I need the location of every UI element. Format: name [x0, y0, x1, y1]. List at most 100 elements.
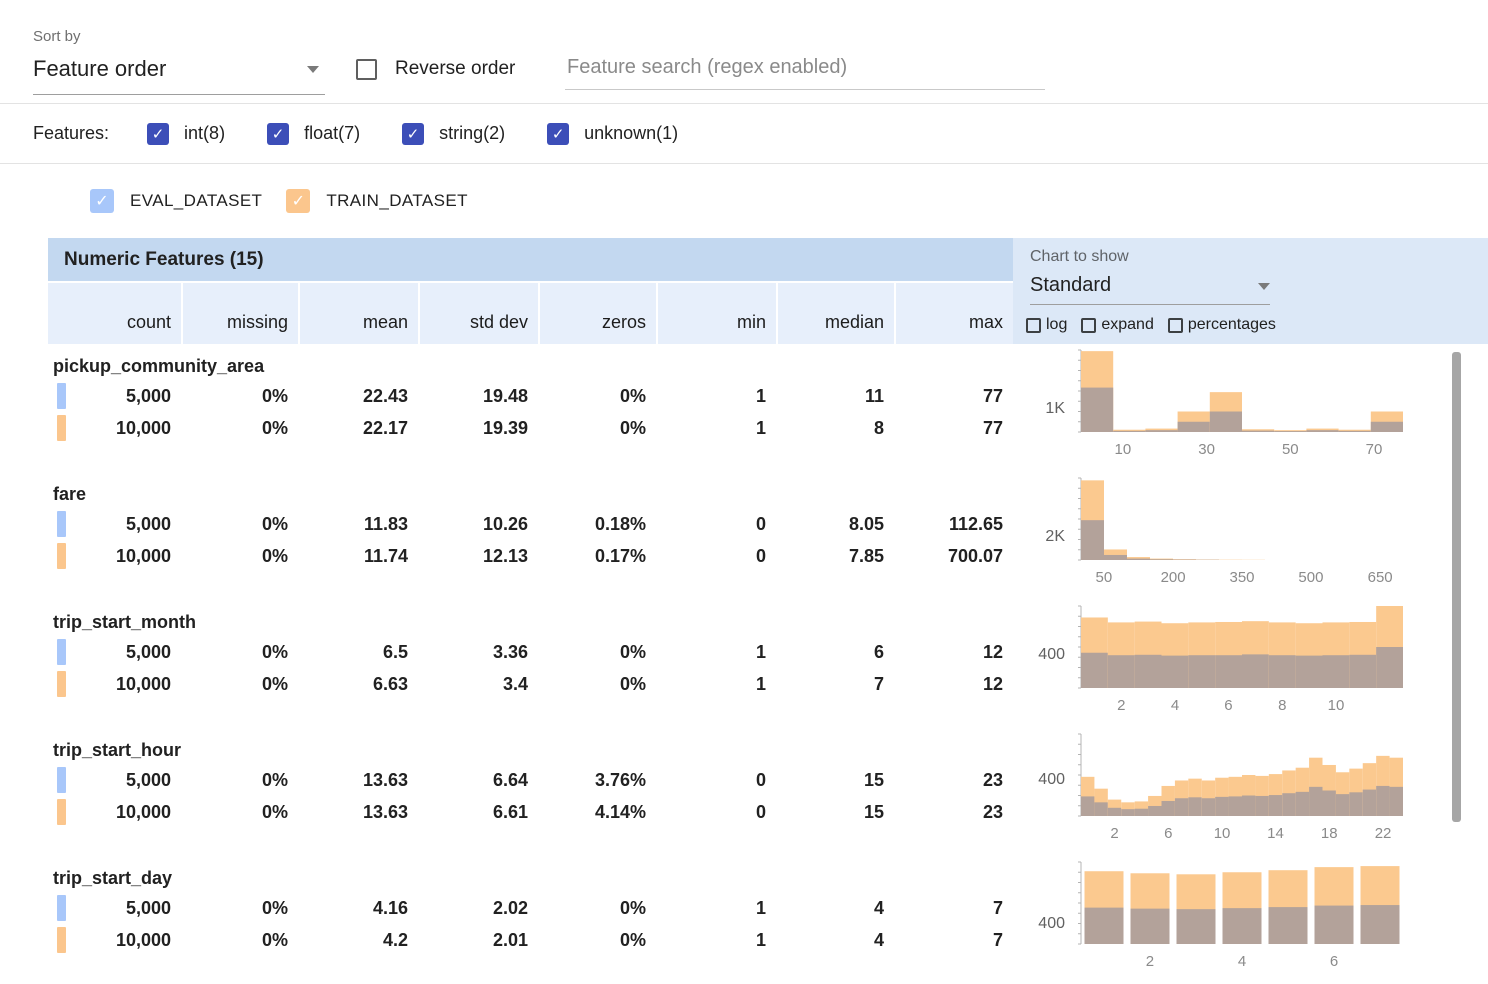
x-tick-label: 650 — [1368, 569, 1393, 586]
stat-value: 0% — [540, 924, 656, 956]
checkbox-unchecked-icon[interactable] — [1168, 318, 1183, 333]
stat-value: 0 — [658, 508, 776, 540]
feature-histogram: 1K10305070 — [1013, 344, 1483, 472]
feature-search-input[interactable] — [565, 50, 1045, 90]
checkbox-checked-icon[interactable]: ✓ — [147, 123, 169, 145]
stat-value: 3.76% — [540, 764, 656, 796]
overlap-bar — [1361, 905, 1400, 944]
reverse-order-checkbox[interactable] — [356, 59, 377, 80]
checkbox-checked-icon[interactable]: ✓ — [402, 123, 424, 145]
stat-value: 1 — [658, 412, 776, 444]
feature-type-filter[interactable]: ✓unknown(1) — [547, 123, 678, 145]
stat-value: 3.4 — [420, 668, 538, 700]
train-dataset-swatch — [57, 927, 66, 953]
stat-value: 2.02 — [420, 892, 538, 924]
stat-value: 10,000 — [48, 412, 181, 444]
stat-value: 5,000 — [48, 636, 181, 668]
column-header: count — [48, 283, 181, 344]
stats-table: Numeric Features (15) countmissingmeanst… — [48, 238, 1488, 984]
chevron-down-icon — [1258, 283, 1270, 290]
checkbox-checked-icon[interactable]: ✓ — [286, 189, 310, 213]
stat-value: 11 — [778, 380, 894, 412]
stat-value: 0% — [540, 668, 656, 700]
reverse-order-label: Reverse order — [395, 58, 515, 80]
stat-value: 2.01 — [420, 924, 538, 956]
stat-row-train: 10,0000%4.22.010%147 — [48, 924, 1013, 956]
checkbox-unchecked-icon[interactable] — [1026, 318, 1041, 333]
chart-option[interactable]: expand — [1081, 316, 1154, 334]
train-dataset-swatch — [57, 415, 66, 441]
stat-value: 0% — [183, 636, 298, 668]
stat-row-train: 10,0000%6.633.40%1712 — [48, 668, 1013, 700]
dataset-name: TRAIN_DATASET — [326, 191, 468, 211]
stat-value: 700.07 — [896, 540, 1013, 572]
overlap-bar — [1127, 559, 1150, 560]
stat-row-eval: 5,0000%22.4319.480%11177 — [48, 380, 1013, 412]
overlap-bar — [1188, 797, 1201, 816]
histogram: 246 — [1071, 860, 1415, 972]
stat-value: 10,000 — [48, 668, 181, 700]
chart-option-label: percentages — [1188, 316, 1276, 334]
feature-histogram: 4002610141822 — [1013, 728, 1483, 856]
sort-order-select[interactable]: Feature order — [33, 56, 325, 95]
feature-row: pickup_community_area5,0000%22.4319.480%… — [48, 344, 1488, 472]
dataset-name: EVAL_DATASET — [130, 191, 262, 211]
stat-value: 5,000 — [48, 508, 181, 540]
overlap-bar — [1269, 655, 1296, 688]
stat-value: 8.05 — [778, 508, 894, 540]
x-tick-label: 2 — [1117, 697, 1125, 714]
stat-value: 15 — [778, 764, 894, 796]
overlap-bar — [1242, 796, 1255, 817]
stat-value: 0 — [658, 764, 776, 796]
histogram: 10305070 — [1071, 348, 1415, 460]
checkbox-checked-icon[interactable]: ✓ — [90, 189, 114, 213]
chart-type-select[interactable]: Standard — [1030, 274, 1270, 305]
overlap-bar — [1081, 388, 1113, 432]
eval-dataset-swatch — [57, 767, 66, 793]
stat-value: 1 — [658, 668, 776, 700]
chart-to-show-label: Chart to show — [1030, 248, 1488, 266]
stat-row-eval: 5,0000%6.53.360%1612 — [48, 636, 1013, 668]
stat-value: 0.18% — [540, 508, 656, 540]
overlap-bar — [1175, 798, 1188, 816]
stat-row-train: 10,0000%22.1719.390%1877 — [48, 412, 1013, 444]
column-header: zeros — [540, 283, 656, 344]
overlap-bar — [1108, 655, 1135, 688]
column-header: median — [778, 283, 894, 344]
stat-value: 0 — [658, 796, 776, 828]
overlap-bar — [1349, 655, 1376, 688]
chart-option[interactable]: log — [1026, 316, 1067, 334]
feature-stats: trip_start_hour5,0000%13.636.643.76%0152… — [48, 728, 1013, 856]
stat-value: 12 — [896, 636, 1013, 668]
chart-option[interactable]: percentages — [1168, 316, 1276, 334]
overlap-bar — [1269, 795, 1282, 816]
stat-row-eval: 5,0000%4.162.020%147 — [48, 892, 1013, 924]
stat-value: 0% — [183, 796, 298, 828]
overlap-bar — [1135, 655, 1162, 688]
overlap-bar — [1131, 909, 1170, 944]
dataset-toggle[interactable]: ✓ TRAIN_DATASET — [286, 189, 468, 213]
feature-type-filter[interactable]: ✓float(7) — [267, 123, 360, 145]
checkbox-checked-icon[interactable]: ✓ — [547, 123, 569, 145]
overlap-bar — [1255, 796, 1268, 816]
stat-row-eval: 5,0000%11.8310.260.18%08.05112.65 — [48, 508, 1013, 540]
feature-name: fare — [48, 472, 1013, 508]
overlap-bar — [1177, 909, 1216, 944]
checkbox-unchecked-icon[interactable] — [1081, 318, 1096, 333]
overlap-bar — [1108, 808, 1121, 816]
stat-value: 5,000 — [48, 380, 181, 412]
reverse-order-control[interactable]: Reverse order — [356, 58, 515, 80]
chart-option-checkboxes: log expand percentages — [1026, 316, 1488, 334]
stat-value: 10.26 — [420, 508, 538, 540]
eval-dataset-swatch — [57, 511, 66, 537]
overlap-bar — [1376, 647, 1403, 688]
feature-type-filter[interactable]: ✓int(8) — [147, 123, 225, 145]
stats-columns-header: countmissingmeanstd devzerosminmedianmax — [48, 283, 1013, 344]
stat-value: 15 — [778, 796, 894, 828]
dataset-toggle[interactable]: ✓ EVAL_DATASET — [90, 189, 262, 213]
feature-type-filter[interactable]: ✓string(2) — [402, 123, 505, 145]
stat-row-train: 10,0000%13.636.614.14%01523 — [48, 796, 1013, 828]
vertical-scrollbar[interactable] — [1452, 352, 1461, 822]
train-dataset-swatch — [57, 671, 66, 697]
checkbox-checked-icon[interactable]: ✓ — [267, 123, 289, 145]
